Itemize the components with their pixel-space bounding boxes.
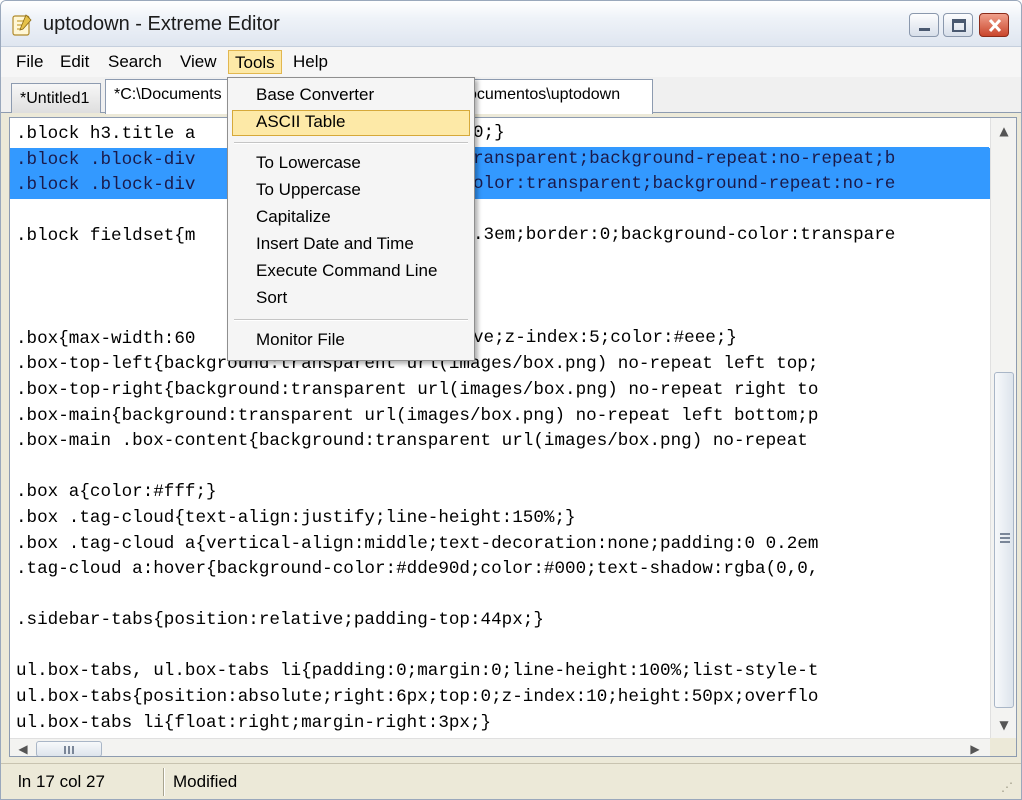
code-line-right[interactable] <box>473 198 989 224</box>
code-line-right[interactable] <box>473 275 989 301</box>
code-line[interactable]: .box-main .box-content{background:transp… <box>10 429 990 455</box>
code-line-right[interactable]: .3em;border:0;background-color:transpare <box>473 223 989 249</box>
window-title: uptodown - Extreme Editor <box>43 13 280 35</box>
scroll-left-icon[interactable]: ◀ <box>12 739 34 756</box>
grip-line <box>1000 533 1010 535</box>
tab-uptodown-label-right: ocumentos\uptodown <box>468 86 621 103</box>
grip-line <box>1000 537 1010 539</box>
vertical-scrollbar[interactable]: ▲ ▼ <box>990 118 1016 738</box>
code-line-right[interactable]: olor:transparent;background-repeat:no-re <box>473 172 989 198</box>
code-line[interactable] <box>10 634 990 660</box>
code-line[interactable]: .box .tag-cloud a{vertical-align:middle;… <box>10 532 990 558</box>
code-line[interactable] <box>10 455 990 481</box>
grip-line <box>72 746 74 754</box>
code-line-right[interactable] <box>473 300 989 326</box>
code-line[interactable]: .tag-cloud a:hover{background-color:#dde… <box>10 557 990 583</box>
title-bar[interactable]: uptodown - Extreme Editor <box>1 1 1021 47</box>
menu-item-base-converter[interactable]: Base Converter <box>232 83 470 109</box>
menu-separator <box>234 319 468 321</box>
grip-line <box>64 746 66 754</box>
menu-help[interactable]: Help <box>287 50 334 74</box>
scroll-down-icon[interactable]: ▼ <box>991 714 1016 736</box>
code-line-right[interactable]: ve;z-index:5;color:#eee;} <box>473 326 989 352</box>
menu-file[interactable]: File <box>10 50 49 74</box>
code-line[interactable]: .box a{color:#fff;} <box>10 480 990 506</box>
menu-item-sort[interactable]: Sort <box>232 286 470 312</box>
grip-line <box>68 746 70 754</box>
close-icon <box>988 18 1002 33</box>
cursor-position: ln 17 col 27 <box>18 772 105 791</box>
menu-item-capitalize[interactable]: Capitalize <box>232 205 470 231</box>
tab-untitled1[interactable]: *Untitled1 <box>11 83 101 113</box>
code-line[interactable]: .box .tag-cloud{text-align:justify;line-… <box>10 506 990 532</box>
code-line[interactable]: ul.box-tabs li{float:right;margin-right:… <box>10 711 990 737</box>
horizontal-scrollbar[interactable]: ◀ ▶ <box>10 738 990 756</box>
menu-item-to-uppercase[interactable]: To Uppercase <box>232 178 470 204</box>
editor-window: uptodown - Extreme Editor File Edit Sear… <box>0 0 1022 800</box>
horizontal-scroll-thumb[interactable] <box>36 741 102 756</box>
maximize-button[interactable] <box>943 13 973 37</box>
menu-tools[interactable]: Tools <box>228 50 282 74</box>
scroll-right-icon[interactable]: ▶ <box>964 739 986 756</box>
code-line[interactable]: .sidebar-tabs{position:relative;padding-… <box>10 608 990 634</box>
menu-bar: File Edit Search View Tools Help <box>1 47 1021 77</box>
minimize-icon <box>919 28 930 31</box>
maximize-icon <box>952 19 966 32</box>
tab-bar: *Untitled1 *C:\Documents ocumentos\uptod… <box>1 77 1021 114</box>
tab-uptodown-label-left: *C:\Documents <box>114 86 222 103</box>
close-button[interactable] <box>979 13 1009 37</box>
code-line[interactable]: .box-main{background:transparent url(ima… <box>10 404 990 430</box>
minimize-button[interactable] <box>909 13 939 37</box>
menu-item-to-lowercase[interactable]: To Lowercase <box>232 151 470 177</box>
scroll-up-icon[interactable]: ▲ <box>991 120 1016 142</box>
code-line[interactable]: .box-top-left{background:transparent url… <box>10 352 990 378</box>
code-line-right[interactable]: 0;} <box>473 121 989 147</box>
scrollbar-corner <box>990 738 1016 756</box>
code-line[interactable]: .box-top-right{background:transparent ur… <box>10 378 990 404</box>
status-bar: ln 17 col 27 Modified ⋰ <box>1 763 1021 799</box>
menu-item-monitor-file[interactable]: Monitor File <box>232 328 470 354</box>
code-line[interactable]: ul.box-tabs, ul.box-tabs li{padding:0;ma… <box>10 659 990 685</box>
menu-item-ascii-table[interactable]: ASCII Table <box>232 110 470 136</box>
code-line-right[interactable] <box>473 249 989 275</box>
grip-line <box>1000 541 1010 543</box>
tools-menu-dropdown: Base Converter ASCII Table To Lowercase … <box>227 77 475 361</box>
menu-view[interactable]: View <box>174 50 223 74</box>
menu-item-execute-command-line[interactable]: Execute Command Line <box>232 259 470 285</box>
menu-separator <box>234 142 468 144</box>
modified-status: Modified <box>173 772 238 791</box>
resize-grip-icon[interactable]: ⋰ <box>1001 780 1013 794</box>
menu-edit[interactable]: Edit <box>54 50 95 74</box>
code-line[interactable] <box>10 583 990 609</box>
menu-item-insert-date-time[interactable]: Insert Date and Time <box>232 232 470 258</box>
code-text-right: 0;} ransparent;background-repeat:no-repea… <box>473 121 989 351</box>
code-line-right[interactable]: ransparent;background-repeat:no-repeat;b <box>473 146 989 173</box>
menu-search[interactable]: Search <box>102 50 168 74</box>
notepad-icon <box>11 13 33 37</box>
code-line[interactable]: ul.box-tabs{position:absolute;right:6px;… <box>10 685 990 711</box>
status-divider <box>163 768 165 796</box>
vertical-scroll-thumb[interactable] <box>994 372 1014 708</box>
